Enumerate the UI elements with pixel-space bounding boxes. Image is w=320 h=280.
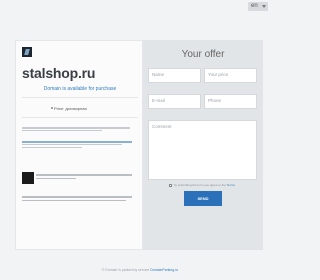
advertiser-text[interactable]	[36, 174, 134, 181]
advertiser-logo[interactable]	[22, 172, 34, 184]
terms-checkbox[interactable]	[169, 183, 172, 187]
phone-field[interactable]: Phone	[204, 94, 257, 109]
footer-text: © Domain is parked by service	[101, 268, 150, 272]
name-field[interactable]: Name	[148, 68, 201, 83]
chevron-down-icon	[262, 5, 266, 8]
email-field[interactable]: E-mail	[148, 94, 201, 109]
availability-text: Domain is available for purchase	[43, 86, 117, 92]
advertiser-description	[22, 196, 134, 203]
description-text	[22, 127, 134, 133]
offer-title: Your offer	[181, 49, 225, 60]
send-button[interactable]: SEND	[184, 191, 222, 206]
footer: © Domain is parked by service DomainPark…	[0, 268, 280, 272]
comment-field[interactable]: Comment	[148, 120, 257, 180]
divider	[22, 97, 138, 98]
domain-listing-panel: stalshop.ru Domain is available for purc…	[15, 40, 143, 250]
terms-link[interactable]: Terms	[227, 183, 235, 187]
price-bullet-icon	[51, 107, 53, 109]
offer-form-panel: Your offer Name Your price E-mail Phone …	[143, 40, 263, 250]
domain-name: stalshop.ru	[22, 65, 96, 81]
language-select-value: en	[251, 3, 258, 9]
registrar-info-text	[22, 141, 134, 150]
site-logo	[22, 47, 32, 57]
terms-text: by submitting the form you agree to the	[173, 183, 226, 187]
price-field[interactable]: Your price	[204, 68, 257, 83]
price-label: Price: договорная	[54, 106, 87, 111]
footer-link[interactable]: DomainParking.ru	[150, 268, 178, 272]
terms-agreement: by submitting the form you agree to the …	[169, 183, 235, 187]
language-select[interactable]: en	[248, 2, 268, 11]
divider	[22, 117, 138, 118]
